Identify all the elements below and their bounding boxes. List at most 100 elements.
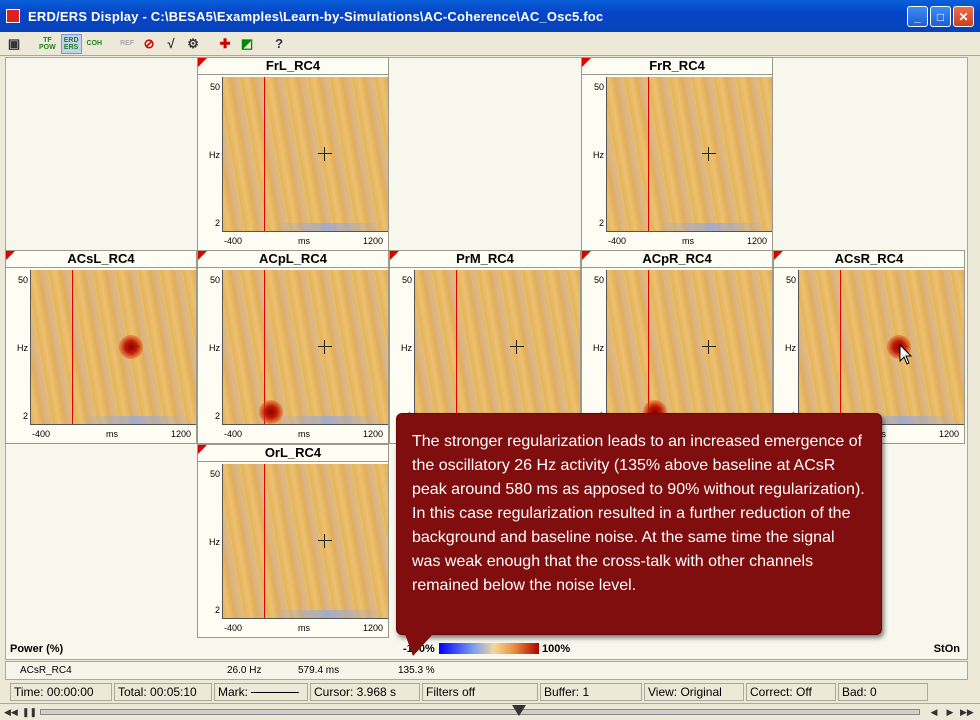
sqrt-icon[interactable]: √ [161, 34, 181, 54]
minimize-button[interactable]: _ [907, 6, 928, 27]
annotation-callout: The stronger regularization leads to an … [396, 413, 882, 656]
power-label: Power (%) [10, 643, 64, 655]
scroll-track[interactable] [40, 709, 920, 715]
ref-button[interactable]: REF [117, 34, 137, 54]
status-bad: Bad: 0 [838, 683, 928, 701]
scroll-thumb[interactable] [512, 705, 526, 716]
y-tick-bottom: 2 [22, 411, 28, 421]
cursor-info-row: ACsR_RC4 26.0 Hz 579.4 ms 135.3 % [5, 661, 968, 680]
map-icon[interactable]: ◩ [237, 34, 257, 54]
tf-plot[interactable] [606, 77, 772, 232]
crosshair-icon [702, 340, 716, 354]
tf-plot[interactable] [222, 77, 388, 232]
tf-pow-button[interactable]: TF POW [36, 34, 59, 54]
x-axis-unit: ms [298, 236, 310, 246]
x-tick-left: -400 [224, 236, 243, 246]
info-value: 135.3 % [398, 665, 435, 676]
x-tick-right: 1200 [363, 236, 384, 246]
x-tick-right: 1200 [363, 429, 384, 439]
tf-plot[interactable] [30, 270, 196, 425]
no-baseline-icon[interactable]: ⊘ [139, 34, 159, 54]
app-icon[interactable] [6, 9, 20, 23]
x-axis-unit: ms [298, 429, 310, 439]
status-bar: Time: 00:00:00 Total: 00:05:10 Mark: Cur… [0, 682, 980, 702]
x-tick-right: 1200 [171, 429, 192, 439]
erd-ers-label: ERD ERS [63, 36, 79, 51]
tf-panel-frr[interactable]: FrR_RC4 50 Hz 2 -400 ms 1200 [581, 57, 773, 251]
status-filters[interactable]: Filters off [422, 683, 538, 701]
rewind-icon[interactable]: ◀◀ [4, 706, 18, 718]
y-axis-unit: Hz [209, 343, 220, 353]
y-tick-top: 50 [209, 82, 220, 92]
tf-panel-frl[interactable]: FrL_RC4 50 Hz 2 -400 ms 1200 [197, 57, 389, 251]
x-axis-unit: ms [298, 623, 310, 633]
baseline-noise [273, 416, 383, 424]
x-tick-left: -400 [32, 429, 51, 439]
tf-panel-orl[interactable]: OrL_RC4 50 Hz 2 -400 ms 1200 [197, 444, 389, 638]
time-scrollbar[interactable]: ◀◀ ❚❚ ◀ ▶ ▶▶ [0, 703, 980, 720]
save-icon[interactable]: ▣ [4, 34, 24, 54]
activation-blob [119, 335, 143, 359]
y-tick-top: 50 [593, 82, 604, 92]
tf-plot[interactable] [222, 464, 388, 619]
tf-panel-acsl[interactable]: ACsL_RC4 50 Hz 2 -400 ms 1200 [5, 250, 197, 444]
erd-ers-button[interactable]: ERD ERS [60, 33, 82, 54]
crosshair-icon [318, 147, 332, 161]
panel-title: FrL_RC4 [198, 58, 388, 75]
y-axis-unit: Hz [209, 537, 220, 547]
step-back-icon[interactable]: ◀ [928, 706, 940, 718]
y-axis-unit: Hz [593, 343, 604, 353]
tf-plot[interactable] [798, 270, 964, 425]
status-view[interactable]: View: Original [644, 683, 744, 701]
pause-icon[interactable]: ❚❚ [22, 706, 37, 718]
crosshair-icon [702, 147, 716, 161]
maximize-button[interactable]: □ [930, 6, 951, 27]
tf-plot[interactable] [222, 270, 388, 425]
toolbar-separator [259, 34, 267, 54]
y-axis-unit: Hz [401, 343, 412, 353]
help-icon[interactable]: ? [269, 34, 289, 54]
stimulus-onset-line [264, 464, 265, 618]
toolbar-separator [26, 34, 34, 54]
tf-plot[interactable] [414, 270, 580, 425]
x-axis-unit: ms [106, 429, 118, 439]
stimulus-onset-line [648, 77, 649, 231]
mark-line [251, 692, 300, 694]
y-tick-bottom: 2 [214, 411, 220, 421]
baseline-noise [81, 416, 191, 424]
legend-row: Power (%) -100% 100% StOn [5, 641, 968, 658]
panel-title: FrR_RC4 [582, 58, 772, 75]
colorbar-max-label: 100% [542, 643, 571, 655]
fast-forward-icon[interactable]: ▶▶ [960, 706, 974, 718]
x-axis-unit: ms [682, 236, 694, 246]
panel-title: ACsR_RC4 [774, 251, 964, 268]
y-tick-bottom: 2 [214, 605, 220, 615]
y-tick-top: 50 [593, 275, 604, 285]
info-time: 579.4 ms [298, 665, 340, 676]
tf-pow-label: TF POW [39, 36, 56, 51]
panel-title: OrL_RC4 [198, 445, 388, 462]
ston-label: StOn [933, 643, 960, 655]
step-forward-icon[interactable]: ▶ [944, 706, 956, 718]
y-axis-unit: Hz [593, 150, 604, 160]
status-mark-label: Mark: [218, 685, 248, 699]
window-title: ERD/ERS Display - C:\BESA5\Examples\Lear… [28, 8, 604, 24]
status-buffer: Buffer: 1 [540, 683, 642, 701]
title-bar: ERD/ERS Display - C:\BESA5\Examples\Lear… [0, 0, 980, 32]
close-button[interactable]: ✕ [953, 6, 974, 27]
info-frequency: 26.0 Hz [227, 665, 262, 676]
tf-panel-acpl[interactable]: ACpL_RC4 50 Hz 2 -400 ms 1200 [197, 250, 389, 444]
panel-title: ACsL_RC4 [6, 251, 196, 268]
callout-tail [405, 634, 433, 656]
y-axis-unit: Hz [209, 150, 220, 160]
x-tick-left: -400 [224, 623, 243, 633]
x-tick-right: 1200 [747, 236, 768, 246]
status-correct[interactable]: Correct: Off [746, 683, 836, 701]
y-tick-bottom: 2 [214, 218, 220, 228]
settings-icon[interactable]: ⚙ [183, 34, 203, 54]
tf-plot[interactable] [606, 270, 772, 425]
coh-button[interactable]: COH [84, 34, 106, 54]
add-source-icon[interactable]: ✚ [215, 34, 235, 54]
y-tick-top: 50 [785, 275, 796, 285]
colorbar [439, 643, 539, 654]
